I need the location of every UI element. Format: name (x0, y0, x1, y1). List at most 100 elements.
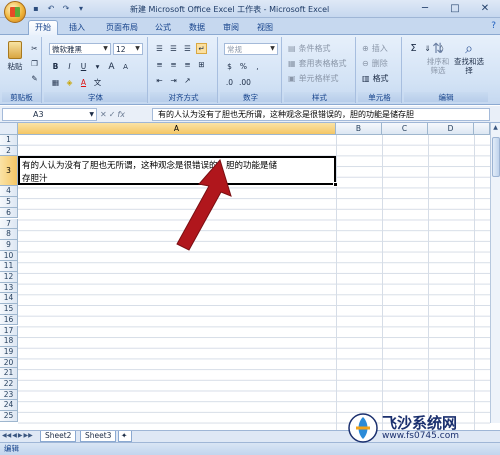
fill-handle[interactable] (333, 182, 338, 187)
maximize-button[interactable]: □ (440, 0, 470, 17)
border-icon[interactable]: ▦ (50, 77, 61, 88)
row-header-22[interactable]: 22 (0, 379, 18, 390)
font-size-combo[interactable]: 12 ▼ (113, 43, 143, 55)
font-name-combo[interactable]: 微软雅黑 ▼ (49, 43, 111, 55)
tab-insert[interactable]: 插入 (64, 21, 90, 35)
cut-icon[interactable]: ✂ (29, 43, 40, 54)
format-cells-button[interactable]: ▥ 格式 (362, 73, 389, 84)
tab-home[interactable]: 开始 (28, 20, 58, 36)
row-header-23[interactable]: 23 (0, 389, 18, 401)
decrease-indent-icon[interactable]: ⇤ (154, 75, 165, 86)
fill-color-icon[interactable]: ◈ (64, 77, 75, 88)
enter-icon[interactable]: ✓ (109, 108, 116, 121)
vertical-scrollbar[interactable]: ▲ (490, 123, 500, 423)
insert-sheet-icon[interactable]: ✦ (118, 431, 132, 442)
tab-page-layout[interactable]: 页面布局 (100, 21, 144, 35)
row-header-3[interactable]: 3 (0, 156, 18, 187)
row-header-1[interactable]: 1 (0, 135, 18, 146)
redo-icon[interactable]: ↷ (60, 3, 72, 14)
row-header-16[interactable]: 16 (0, 314, 18, 326)
sheet-tab-sheet3[interactable]: Sheet3 (80, 431, 117, 442)
first-sheet-icon[interactable]: ◀◀ (2, 432, 11, 439)
row-header-20[interactable]: 20 (0, 357, 18, 369)
row-header-13[interactable]: 13 (0, 282, 18, 294)
tab-view[interactable]: 视图 (252, 21, 278, 35)
merge-icon[interactable]: ⊞ (196, 59, 207, 70)
office-button[interactable] (4, 1, 26, 23)
column-header-b[interactable]: B (336, 123, 382, 135)
select-all-button[interactable] (0, 123, 18, 135)
font-color-button[interactable]: A (78, 77, 89, 88)
decrease-decimal-icon[interactable]: .00 (238, 77, 252, 88)
align-middle-icon[interactable]: ☰ (168, 43, 179, 54)
row-header-4[interactable]: 4 (0, 186, 18, 198)
sheet-tab-sheet2[interactable]: Sheet2 (40, 431, 77, 442)
align-right-icon[interactable]: ≡ (182, 59, 193, 70)
row-header-5[interactable]: 5 (0, 197, 18, 208)
close-button[interactable]: ✕ (470, 0, 500, 17)
scroll-up-icon[interactable]: ▲ (491, 123, 500, 133)
format-as-table-button[interactable]: ▦ 套用表格格式 (288, 58, 347, 69)
column-header-d[interactable]: D (428, 123, 474, 135)
row-header-9[interactable]: 9 (0, 239, 18, 251)
save-icon[interactable]: ▪ (30, 3, 42, 14)
autosum-button[interactable]: Σ (408, 43, 419, 54)
currency-button[interactable]: $ (224, 61, 235, 72)
find-select-button[interactable]: ⌕ 查找和选择 (454, 41, 484, 75)
chevron-down-icon[interactable]: ▼ (89, 109, 94, 121)
row-header-11[interactable]: 11 (0, 261, 18, 272)
row-header-10[interactable]: 10 (0, 250, 18, 262)
cancel-icon[interactable]: ✕ (100, 108, 107, 121)
tab-data[interactable]: 数据 (184, 21, 210, 35)
prev-sheet-icon[interactable]: ◀ (12, 432, 17, 439)
minimize-button[interactable]: ─ (410, 0, 440, 17)
column-header-a[interactable]: A (18, 123, 336, 135)
row-header-25[interactable]: 25 (0, 411, 18, 422)
formula-input[interactable]: 有的人认为没有了胆也无所谓，这种观念是很错误的，胆的功能是储存胆 (152, 108, 490, 121)
increase-decimal-icon[interactable]: .0 (224, 77, 235, 88)
copy-icon[interactable]: ❐ (29, 58, 40, 69)
align-center-icon[interactable]: ≡ (168, 59, 179, 70)
row-header-18[interactable]: 18 (0, 336, 18, 347)
customize-qat-icon[interactable]: ▾ (75, 3, 87, 14)
row-header-21[interactable]: 21 (0, 368, 18, 379)
row-header-2[interactable]: 2 (0, 145, 18, 157)
scrollbar-thumb[interactable] (492, 137, 500, 177)
undo-icon[interactable]: ↶ (45, 3, 57, 14)
row-header-19[interactable]: 19 (0, 346, 18, 358)
bold-button[interactable]: B (50, 61, 61, 72)
row-header-14[interactable]: 14 (0, 293, 18, 305)
help-icon[interactable]: ? (491, 21, 496, 31)
italic-button[interactable]: I (64, 61, 75, 72)
delete-cells-button[interactable]: ⊖ 删除 (362, 58, 388, 69)
row-header-7[interactable]: 7 (0, 218, 18, 230)
paste-button[interactable]: 粘贴 (5, 41, 25, 72)
sort-filter-button[interactable]: ⇅ 排序和筛选 (424, 41, 452, 75)
shrink-font-button[interactable]: A (120, 61, 131, 72)
grow-font-button[interactable]: A (106, 61, 117, 72)
row-header-12[interactable]: 12 (0, 272, 18, 283)
row-header-24[interactable]: 24 (0, 400, 18, 412)
column-header-c[interactable]: C (382, 123, 428, 135)
conditional-format-button[interactable]: ▤ 条件格式 (288, 43, 331, 54)
insert-cells-button[interactable]: ⊕ 插入 (362, 43, 388, 54)
row-header-8[interactable]: 8 (0, 229, 18, 240)
chevron-down-icon[interactable]: ▾ (92, 61, 103, 72)
percent-button[interactable]: % (238, 61, 249, 72)
number-format-combo[interactable]: 常规 ▼ (224, 43, 278, 55)
last-sheet-icon[interactable]: ▶▶ (23, 432, 32, 439)
orientation-icon[interactable]: ↗ (182, 75, 193, 86)
insert-function-button[interactable]: fx (117, 108, 125, 121)
next-sheet-icon[interactable]: ▶ (18, 432, 23, 439)
row-header-15[interactable]: 15 (0, 304, 18, 315)
tab-review[interactable]: 审阅 (218, 21, 244, 35)
row-header-6[interactable]: 6 (0, 207, 18, 219)
align-left-icon[interactable]: ≡ (154, 59, 165, 70)
comma-button[interactable]: , (252, 61, 263, 72)
row-header-17[interactable]: 17 (0, 325, 18, 337)
format-painter-icon[interactable]: ✎ (29, 73, 40, 84)
increase-indent-icon[interactable]: ⇥ (168, 75, 179, 86)
underline-button[interactable]: U (78, 61, 89, 72)
wrap-text-icon[interactable]: ↵ (196, 43, 207, 54)
align-top-icon[interactable]: ☰ (154, 43, 165, 54)
